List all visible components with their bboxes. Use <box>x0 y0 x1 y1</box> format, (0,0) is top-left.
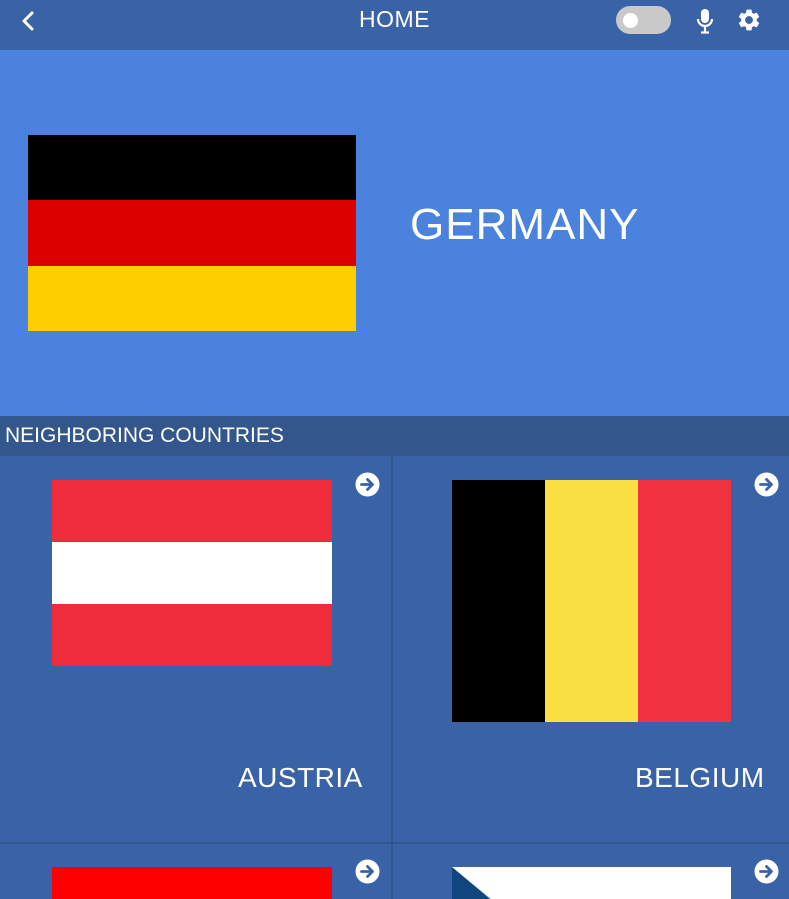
neighbor-flag <box>52 867 332 899</box>
grid-divider-horizontal <box>0 842 789 844</box>
belgium-flag <box>452 480 731 722</box>
app-root: HOME GERMANY NEIGHBORING COUNTRIES AUSTR… <box>0 0 789 899</box>
toggle-switch[interactable] <box>616 6 671 34</box>
arrow-right-circle-icon[interactable] <box>355 472 380 497</box>
gear-icon <box>738 9 760 31</box>
austria-flag <box>52 480 332 666</box>
germany-flag <box>28 135 356 332</box>
neighbor-card-austria[interactable]: AUSTRIA <box>0 456 391 843</box>
flag-triangle <box>452 867 491 899</box>
flag-stripe <box>52 480 332 542</box>
neighbor-name: BELGIUM <box>635 762 765 793</box>
arrow-right-circle-icon[interactable] <box>754 472 779 497</box>
hero-banner: GERMANY <box>0 50 789 416</box>
flag-stripe <box>545 480 638 722</box>
section-header: NEIGHBORING COUNTRIES <box>0 416 789 456</box>
flag-stripe <box>638 480 731 722</box>
section-title: NEIGHBORING COUNTRIES <box>5 424 284 447</box>
flag-stripe <box>52 604 332 666</box>
microphone-button[interactable] <box>694 7 716 35</box>
settings-button[interactable] <box>736 7 762 33</box>
arrow-right-circle-icon[interactable] <box>754 859 779 884</box>
arrow-right-circle-icon[interactable] <box>355 859 380 884</box>
top-bar: HOME <box>0 0 789 50</box>
neighbor-card-belgium[interactable]: BELGIUM <box>393 456 789 843</box>
microphone-icon <box>696 9 714 34</box>
flag-stripe <box>52 542 332 604</box>
neighbor-card[interactable] <box>393 843 789 899</box>
country-name: GERMANY <box>410 200 640 249</box>
flag-stripe <box>28 135 356 201</box>
flag-stripe <box>28 200 356 266</box>
neighbor-card[interactable] <box>0 843 391 899</box>
flag-stripe <box>452 480 545 722</box>
neighbor-name: AUSTRIA <box>238 762 363 793</box>
flag-stripe <box>28 265 356 332</box>
toggle-knob <box>623 13 638 28</box>
grid-divider-vertical <box>391 456 393 899</box>
neighbor-flag <box>452 867 731 899</box>
